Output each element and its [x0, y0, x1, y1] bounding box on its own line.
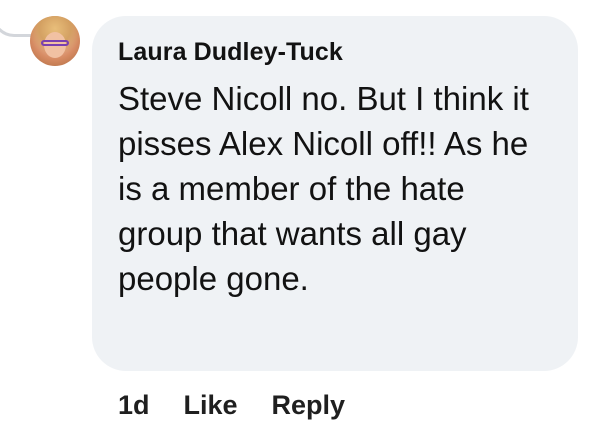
comment-body: Steve Nicoll no. But I think it pisses A…: [118, 80, 529, 297]
avatar[interactable]: [30, 16, 80, 66]
reply-button[interactable]: Reply: [272, 390, 346, 421]
comment-author-name[interactable]: Laura Dudley-Tuck: [118, 38, 343, 67]
avatar-glasses: [41, 40, 69, 46]
comment-timestamp[interactable]: 1d: [118, 390, 150, 421]
comment-thread: Laura Dudley-Tuck Steve Nicoll no. But I…: [0, 0, 600, 445]
thread-connector-line: [0, 0, 31, 37]
like-button[interactable]: Like: [184, 390, 238, 421]
comment-actions: 1d Like Reply: [118, 390, 379, 421]
